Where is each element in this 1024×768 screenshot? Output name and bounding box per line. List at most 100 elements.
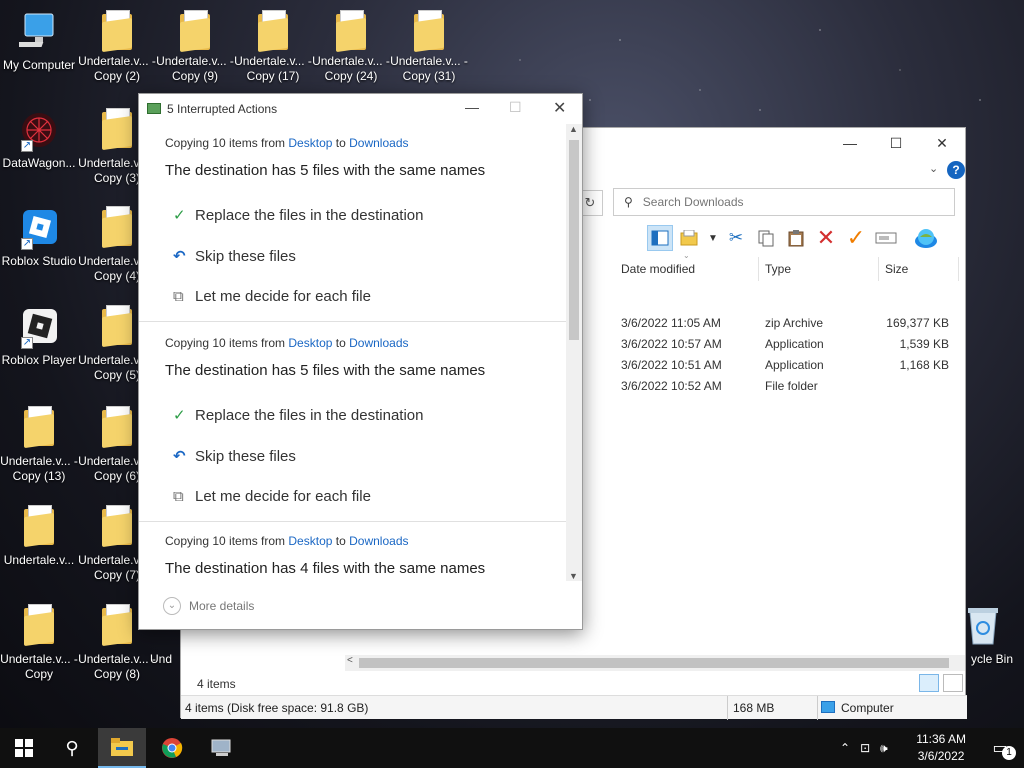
source-link[interactable]: Desktop: [288, 534, 332, 548]
notification-center-button[interactable]: ▭ 1: [976, 728, 1024, 768]
table-row[interactable]: 3/6/2022 10:51 AM Application 1,168 KB: [621, 355, 961, 376]
table-row[interactable]: 3/6/2022 10:57 AM Application 1,539 KB: [621, 334, 961, 355]
desktop-icon-folder[interactable]: Undertale.v... - Copy (31): [390, 10, 468, 84]
chevron-down-icon[interactable]: ⌄: [929, 162, 938, 175]
destination-link[interactable]: Downloads: [349, 534, 408, 548]
start-button[interactable]: [0, 728, 48, 768]
option-label: Replace the files in the destination: [195, 407, 424, 424]
file-date: 3/6/2022 10:52 AM: [621, 379, 722, 393]
source-link[interactable]: Desktop: [288, 336, 332, 350]
destination-link[interactable]: Downloads: [349, 136, 408, 150]
details-view-icon[interactable]: [919, 674, 939, 692]
more-details-toggle[interactable]: ⌄ More details: [163, 597, 254, 615]
maximize-button[interactable]: ☐: [873, 128, 919, 158]
desktop-icon-label-partial[interactable]: Und: [150, 652, 184, 667]
desktop-icon-my-computer[interactable]: My Computer: [0, 10, 78, 73]
desktop-icon-folder[interactable]: Undertale.v... - Copy: [0, 604, 78, 682]
table-row[interactable]: 3/6/2022 10:52 AM File folder: [621, 376, 961, 397]
search-input[interactable]: [642, 195, 923, 209]
desktop-icon-label: My Computer: [2, 58, 76, 72]
close-button[interactable]: ✕: [553, 98, 566, 118]
source-link[interactable]: Desktop: [288, 136, 332, 150]
chevron-up-icon[interactable]: ⌃: [840, 741, 850, 755]
vertical-scrollbar[interactable]: ▲ ▼: [566, 124, 582, 581]
delete-icon[interactable]: ✕: [813, 225, 839, 251]
scrollbar-thumb[interactable]: [569, 140, 579, 340]
preview-pane-icon[interactable]: [647, 225, 673, 251]
scroll-down-icon[interactable]: ▼: [569, 571, 578, 581]
minimize-button[interactable]: —: [465, 99, 479, 115]
dialog-body: Copying 10 items from Desktop to Downloa…: [139, 124, 582, 581]
help-icon[interactable]: ?: [947, 161, 965, 179]
decide-option[interactable]: ⧉ Let me decide for each file: [173, 288, 371, 305]
more-details-label: More details: [189, 599, 255, 613]
folder-icon: [100, 406, 134, 449]
decide-option[interactable]: ⧉ Let me decide for each file: [173, 488, 371, 505]
desktop-icon-label: Undertale.v... - Copy (8): [78, 652, 156, 681]
desktop-icon-folder[interactable]: Undertale.v...: [0, 505, 78, 568]
network-icon[interactable]: ⊡: [860, 741, 870, 755]
scroll-up-icon[interactable]: ▲: [569, 124, 578, 134]
volume-icon[interactable]: 🕪: [880, 741, 888, 756]
interrupted-action-group: Copying 10 items from Desktop to Downloa…: [139, 522, 567, 581]
desktop-icon-label: Undertale.v... - Copy (24): [312, 54, 390, 83]
table-row[interactable]: 3/6/2022 11:05 AM zip Archive 169,377 KB: [621, 313, 961, 334]
paste-icon[interactable]: [783, 225, 809, 251]
desktop-icon-recycle-bin[interactable]: ycle Bin: [960, 604, 1024, 667]
column-date-modified[interactable]: Date modified: [613, 257, 759, 281]
scrollbar-thumb[interactable]: [359, 658, 949, 668]
folder-icon: [256, 10, 290, 53]
rename-icon[interactable]: [873, 225, 899, 251]
folder-icon: [100, 108, 134, 151]
desktop-icon-folder[interactable]: Undertale.v... - Copy (2): [78, 10, 156, 84]
desktop-icon-label: DataWagon...: [2, 156, 76, 170]
file-type: Application: [765, 337, 824, 351]
destination-link[interactable]: Downloads: [349, 336, 408, 350]
desktop-icon-folder[interactable]: Undertale.v... - Copy (9): [156, 10, 234, 84]
large-icons-view-icon[interactable]: [943, 674, 963, 692]
close-button[interactable]: ✕: [919, 128, 965, 158]
taskbar-file-explorer[interactable]: [98, 728, 146, 768]
replace-option[interactable]: ✓ Replace the files in the destination: [173, 406, 423, 424]
checkmark-icon: ✓: [173, 207, 186, 224]
desktop-icon-folder[interactable]: Undertale.v... - Copy (24): [312, 10, 390, 84]
desktop-icon-folder[interactable]: Undertale.v... - Copy (13): [0, 406, 78, 484]
folder-icon: [22, 505, 56, 548]
dropdown-arrow-icon[interactable]: ▼: [707, 225, 719, 251]
properties-check-icon[interactable]: ✓: [843, 225, 869, 251]
search-button[interactable]: ⚲: [48, 728, 96, 768]
skip-option[interactable]: ↶ Skip these files: [173, 247, 296, 265]
horizontal-scrollbar[interactable]: <: [345, 655, 965, 671]
skip-option[interactable]: ↶ Skip these files: [173, 447, 296, 465]
interrupted-actions-dialog[interactable]: 5 Interrupted Actions — ☐ ✕ Copying 10 i…: [138, 93, 583, 630]
desktop-icon-label: Undertale.v... - Copy (31): [390, 54, 468, 83]
checkmark-icon: ✓: [173, 407, 186, 424]
desktop-icon-label: Undertale.v... - Copy (17): [234, 54, 312, 83]
to-text: to: [335, 336, 346, 350]
taskbar-app[interactable]: [198, 728, 246, 768]
recycle-bin-icon: [966, 604, 1000, 648]
conflict-heading: The destination has 5 files with the sam…: [165, 162, 486, 179]
column-size[interactable]: Size: [877, 257, 959, 281]
copy-summary: Copying 10 items from Desktop to Downloa…: [165, 534, 409, 548]
globe-icon[interactable]: [913, 225, 939, 251]
folder-icon: [412, 10, 446, 53]
clock[interactable]: 11:36 AM 3/6/2022: [916, 731, 966, 765]
folder-icon: [100, 10, 134, 53]
option-label: Skip these files: [195, 248, 296, 265]
desktop-icon-roblox-studio[interactable]: ↗ Roblox Studio: [0, 206, 78, 269]
search-box[interactable]: ⚲: [613, 188, 955, 216]
desktop-icon-datawagon[interactable]: ↗ DataWagon...: [0, 108, 78, 171]
cut-icon[interactable]: ✂: [723, 225, 749, 251]
copy-icon[interactable]: [753, 225, 779, 251]
replace-option[interactable]: ✓ Replace the files in the destination: [173, 206, 423, 224]
desktop-icon-folder[interactable]: Undertale.v... - Copy (17): [234, 10, 312, 84]
scroll-left-icon[interactable]: <: [347, 655, 353, 666]
status-size: 168 MB: [733, 701, 775, 715]
conflict-heading: The destination has 5 files with the sam…: [165, 362, 486, 379]
taskbar-chrome[interactable]: [148, 728, 196, 768]
new-folder-icon[interactable]: [677, 225, 703, 251]
column-type[interactable]: Type: [757, 257, 879, 281]
desktop-icon-roblox-player[interactable]: ↗ Roblox Player: [0, 305, 78, 368]
minimize-button[interactable]: —: [827, 128, 873, 158]
